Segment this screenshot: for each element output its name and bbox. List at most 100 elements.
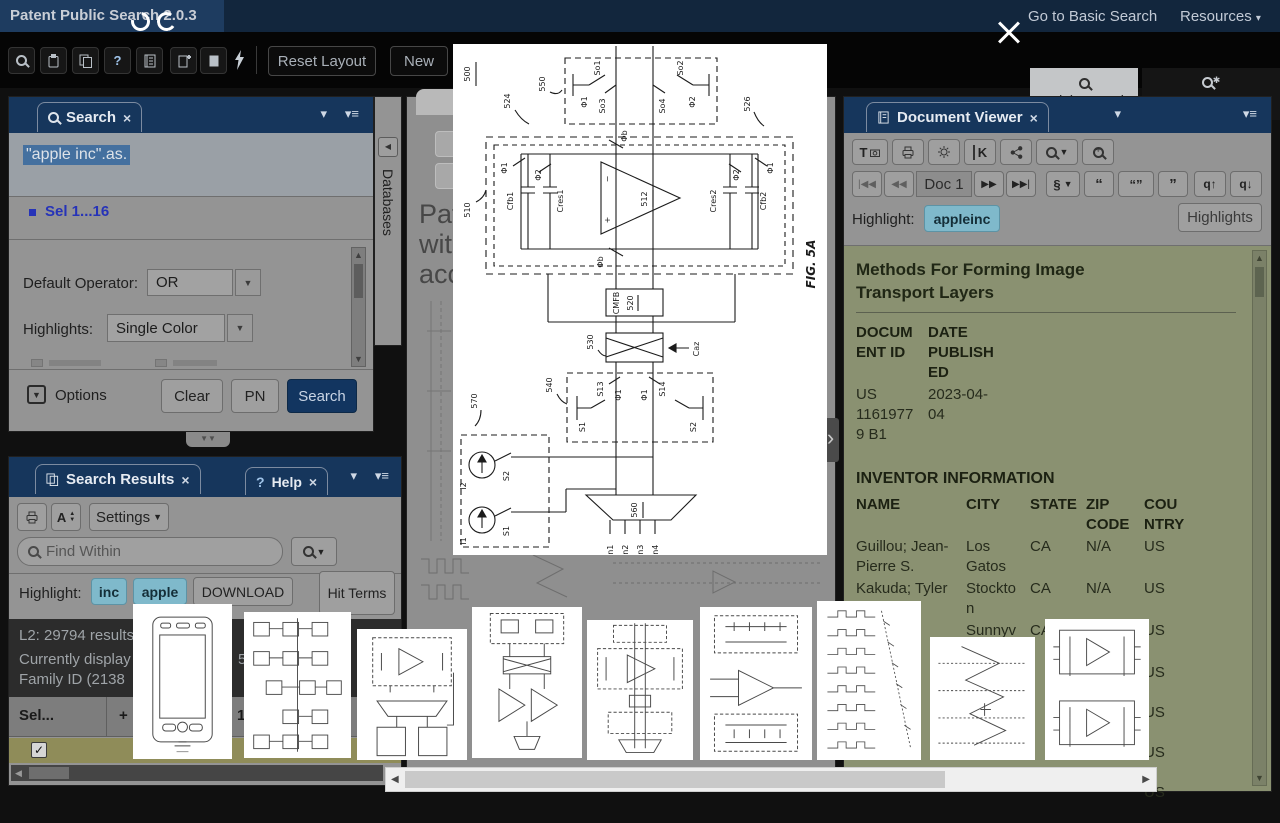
search-query-input[interactable]: "apple inc".as. xyxy=(9,133,373,197)
tab-search-results[interactable]: Search Results× xyxy=(35,464,201,494)
tab-search[interactable]: Search× xyxy=(37,102,142,132)
basic-search-link[interactable]: Go to Basic Search xyxy=(1028,8,1157,25)
thumbnail-carousel-scrollbar[interactable]: ◀ ▶ xyxy=(385,767,1157,792)
doc-position-field[interactable]: Doc 1 xyxy=(916,171,972,197)
highlights-select-arrow[interactable]: ▼ xyxy=(227,314,253,342)
scroll-up-icon[interactable]: ▲ xyxy=(1253,253,1266,263)
new-window-button[interactable]: New xyxy=(390,46,448,76)
next-hit-button[interactable]: q↓ xyxy=(1230,171,1262,197)
scroll-down-icon[interactable]: ▼ xyxy=(1253,773,1266,783)
highlight-chip-inc[interactable]: inc xyxy=(91,578,127,605)
last-doc-button[interactable]: ▶▶| xyxy=(1006,171,1036,197)
scroll-up-icon[interactable]: ▲ xyxy=(352,250,365,260)
highlights-select[interactable]: Single Color xyxy=(107,314,225,342)
thumbnail-5-switched-cap-circuit[interactable] xyxy=(587,620,693,760)
panel-menu-icon[interactable]: ▾≡ xyxy=(375,468,389,484)
thumbnail-9-dual-circuit[interactable] xyxy=(1045,619,1149,760)
options-scrollbar[interactable]: ▲ ▼ xyxy=(351,247,366,367)
lightning-icon[interactable] xyxy=(232,49,246,71)
scrollbar-thumb[interactable] xyxy=(1255,267,1264,297)
scroll-right-icon[interactable]: ▶ xyxy=(1142,774,1150,785)
copy-documents-icon[interactable] xyxy=(72,47,99,74)
row-checkbox[interactable]: ✓ xyxy=(31,742,47,758)
thumbnail-8-sawtooth-waveform[interactable] xyxy=(930,637,1035,760)
search-doc-button[interactable]: ▼ xyxy=(1036,139,1078,165)
thumbnail-4-crossbar-circuit[interactable] xyxy=(472,607,582,758)
scroll-down-icon[interactable]: ▼ xyxy=(352,354,365,364)
close-icon[interactable]: × xyxy=(1030,110,1038,126)
thumbnail-6-horizontal-amp-circuit[interactable] xyxy=(700,607,812,760)
help-icon[interactable]: ? xyxy=(104,47,131,74)
settings-gear-button[interactable] xyxy=(928,139,960,165)
pn-button[interactable]: PN xyxy=(231,379,279,413)
search-button[interactable]: Search xyxy=(287,379,357,413)
search-tool-icon[interactable] xyxy=(8,47,35,74)
kwic-button[interactable]: K xyxy=(964,139,996,165)
thumbnail-1-phone[interactable] xyxy=(133,604,232,759)
clipboard-icon[interactable] xyxy=(40,47,67,74)
thumbnail-2-block-diagram[interactable] xyxy=(244,612,351,758)
prev-quote-button[interactable]: “ xyxy=(1084,171,1114,197)
close-icon[interactable]: × xyxy=(123,110,131,126)
reset-layout-button[interactable]: Reset Layout xyxy=(268,46,376,76)
highlight-chip-apple[interactable]: apple xyxy=(133,578,187,605)
panel-collapse-handle[interactable]: ▼▼ xyxy=(186,432,230,447)
find-within-field[interactable] xyxy=(17,537,283,566)
new-document-icon[interactable] xyxy=(170,47,197,74)
thumbnail-7-timing-diagram[interactable] xyxy=(817,601,921,760)
figure-popup[interactable]: 500 550 So1 So2 So3 So4 Φ1 Φ2 524 526 51… xyxy=(453,44,827,555)
text-image-toggle-button[interactable]: T xyxy=(852,139,888,165)
print-button[interactable] xyxy=(892,139,924,165)
table-hscrollbar[interactable]: ◀ xyxy=(11,765,383,781)
scrollbar-thumb[interactable] xyxy=(405,771,945,788)
scroll-left-icon[interactable]: ◀ xyxy=(15,768,22,779)
lightbox-close-icon[interactable] xyxy=(996,20,1022,46)
panel-menu-icon[interactable]: ▾≡ xyxy=(345,106,359,122)
scroll-left-icon[interactable]: ◀ xyxy=(391,774,399,785)
section-nav-button[interactable]: §▼ xyxy=(1046,171,1080,197)
next-quote-button[interactable]: ” xyxy=(1158,171,1188,197)
clipped-checkbox[interactable] xyxy=(155,359,167,367)
document-icon[interactable] xyxy=(200,47,227,74)
sel-range-link[interactable]: Sel 1...16 xyxy=(45,203,109,220)
first-doc-button[interactable]: |◀◀ xyxy=(852,171,882,197)
hit-terms-button[interactable]: Hit Terms xyxy=(319,571,395,615)
panel-menu-icon[interactable]: ▾≡ xyxy=(1243,106,1257,122)
clear-button[interactable]: Clear xyxy=(161,379,223,413)
find-within-input[interactable] xyxy=(46,543,246,560)
scrollbar-thumb[interactable] xyxy=(354,264,363,298)
clipped-checkbox[interactable] xyxy=(31,359,43,367)
col-sel[interactable]: Sel... xyxy=(19,707,54,724)
panel-dropdown-icon[interactable]: ▾ xyxy=(1114,106,1121,122)
expand-left-icon[interactable]: ◀ xyxy=(378,137,398,157)
font-size-button[interactable]: A▲▼ xyxy=(51,503,81,531)
download-button[interactable]: DOWNLOAD xyxy=(193,577,293,606)
quote-pair-button[interactable]: “” xyxy=(1118,171,1154,197)
highlights-button[interactable]: Highlights xyxy=(1178,203,1262,232)
prev-hit-button[interactable]: q↑ xyxy=(1194,171,1226,197)
options-expander-icon[interactable]: ▼ xyxy=(27,385,46,404)
thumbnail-3-amplifier-circuit[interactable] xyxy=(357,629,467,760)
tab-help[interactable]: ? Help× xyxy=(245,467,328,495)
databases-tab[interactable]: Databases xyxy=(380,169,396,236)
close-icon[interactable]: × xyxy=(309,474,317,490)
default-operator-select[interactable]: OR xyxy=(147,269,233,296)
panel-dropdown-icon[interactable]: ▾ xyxy=(350,468,357,484)
resources-menu[interactable]: Resources ▾ xyxy=(1180,8,1261,25)
highlight-chip-appleinc[interactable]: appleinc xyxy=(924,205,1000,232)
notebook-icon[interactable] xyxy=(136,47,163,74)
scrollbar-thumb[interactable] xyxy=(29,767,69,779)
next-doc-button[interactable]: ▶▶ xyxy=(974,171,1004,197)
zoom-button[interactable]: + xyxy=(1082,139,1114,165)
print-button[interactable] xyxy=(17,503,47,531)
col-plus[interactable]: + xyxy=(119,707,128,724)
operator-select-arrow[interactable]: ▼ xyxy=(235,269,261,296)
close-icon[interactable]: × xyxy=(181,472,189,488)
search-options-button[interactable]: ▼ xyxy=(291,537,337,566)
prev-doc-button[interactable]: ◀◀ xyxy=(884,171,914,197)
panel-dropdown-icon[interactable]: ▾ xyxy=(320,106,327,122)
settings-button[interactable]: Settings▼ xyxy=(89,503,169,531)
doc-vscrollbar[interactable]: ▲ ▼ xyxy=(1252,250,1267,786)
tab-document-viewer[interactable]: Document Viewer× xyxy=(866,102,1049,132)
share-button[interactable] xyxy=(1000,139,1032,165)
